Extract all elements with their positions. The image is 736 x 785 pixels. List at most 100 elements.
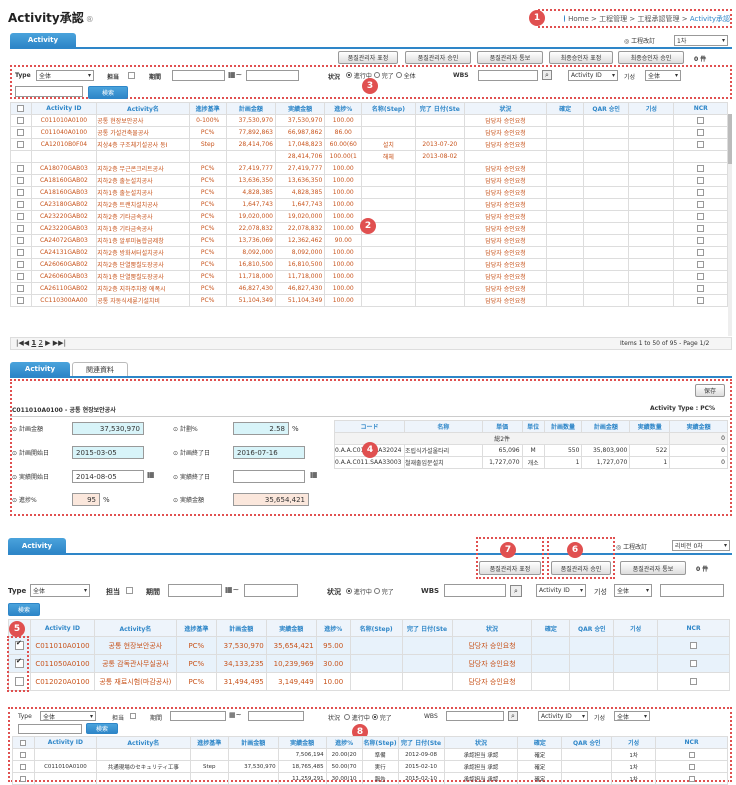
actual-start-field[interactable]: 2014-08-05 xyxy=(72,470,144,483)
period-start-input[interactable] xyxy=(168,584,222,597)
search-button[interactable]: 検索 xyxy=(8,603,40,616)
calendar-icon[interactable]: ▦~ xyxy=(225,585,239,594)
page-link[interactable]: 2 xyxy=(38,339,42,347)
status-radio-group[interactable]: 進行中 完了 xyxy=(346,587,394,596)
column-header[interactable]: 進捗基準 xyxy=(189,736,229,749)
ncr-checkbox[interactable] xyxy=(690,678,698,685)
table-row[interactable]: CA26060GAB02 지하2층 단열뿜칠도장공사 PC% 16,810,500 16… xyxy=(10,258,728,271)
extra-filter-input[interactable] xyxy=(660,584,724,597)
row-checkbox[interactable] xyxy=(17,273,25,280)
first-page-icon[interactable]: |◀◀ xyxy=(16,339,29,347)
column-header[interactable]: 単位 xyxy=(521,420,545,433)
ncr-checkbox[interactable] xyxy=(690,660,698,667)
owner-checkbox[interactable] xyxy=(126,587,133,594)
qm-review-button[interactable]: 품질관리자 표정 xyxy=(479,561,541,575)
column-header[interactable]: 計画数量 xyxy=(543,420,583,433)
column-header[interactable]: 状況 xyxy=(451,619,533,637)
sort-select[interactable]: Activity ID ▾ xyxy=(538,711,588,721)
qm-notify-button[interactable]: 품질관리자 통보 xyxy=(477,51,543,64)
ncr-checkbox[interactable] xyxy=(697,297,705,304)
column-header[interactable]: 進捗基準 xyxy=(188,102,227,115)
table-row[interactable]: CA24072GAB03 지하1층 알루미늄합금제창 PC% 13,736,069 12… xyxy=(10,234,728,247)
column-header[interactable]: 計画金額 xyxy=(227,736,279,749)
calendar-icon[interactable]: ▦ xyxy=(310,470,318,479)
activity-name[interactable]: 지하2층 방화셔터설치공사 xyxy=(96,246,190,259)
type-select[interactable]: 全体 ▾ xyxy=(30,584,90,597)
table-row[interactable]: CA24131GAB02 지하2층 방화셔터설치공사 PC% 8,092,000 8,0… xyxy=(10,246,728,259)
column-header[interactable]: 完了 日付(Ste xyxy=(401,619,453,637)
activity-id[interactable]: CA18160GAB02 xyxy=(30,174,98,187)
ncr-checkbox[interactable] xyxy=(697,225,705,232)
activity-name[interactable]: 공통 현장보안공사 xyxy=(96,114,190,127)
activity-name[interactable]: 지상4층 구조체기설공사 동I xyxy=(96,138,190,151)
owner-checkbox[interactable] xyxy=(130,713,136,719)
table-row[interactable]: C011010A0100 공통 현장보안공사 0-100% 37,530,970 37,… xyxy=(10,114,728,127)
row-checkbox[interactable] xyxy=(17,117,25,124)
activity-name[interactable]: 지하2층 출눈설치공사 xyxy=(96,174,190,187)
table-row[interactable]: 7,506,194 20.00(20 準備 2012-09-08 承認担当 承認 確定 1차 xyxy=(12,748,728,761)
ncr-checkbox[interactable] xyxy=(688,751,695,758)
select-all-checkbox[interactable] xyxy=(17,105,25,112)
ncr-checkbox[interactable] xyxy=(697,177,705,184)
activity-name[interactable]: 공통 감독관사무실공사 xyxy=(93,654,177,673)
ncr-checkbox[interactable] xyxy=(697,273,705,280)
activity-id[interactable]: CA12010B0F04 xyxy=(30,138,98,151)
activity-id[interactable]: C011010A0100 xyxy=(29,636,95,655)
search-icon[interactable]: ⌕ xyxy=(542,70,552,80)
row-checkbox[interactable] xyxy=(20,763,27,770)
period-end-input[interactable] xyxy=(246,70,299,81)
extra-filter-input[interactable] xyxy=(15,86,83,97)
activity-id[interactable]: C011050A0100 xyxy=(29,654,95,673)
row-checkbox[interactable] xyxy=(20,775,27,782)
column-header[interactable]: 名称 xyxy=(403,420,483,433)
activity-id[interactable]: CA24072GAB03 xyxy=(30,234,98,247)
column-header[interactable]: 状況 xyxy=(463,102,548,115)
column-header[interactable]: Activity ID xyxy=(29,619,95,637)
row-checkbox[interactable] xyxy=(17,249,25,256)
table-row[interactable]: CA26110GAB02 지하2층 지하주차장 에폭시 PC% 46,827,430 4… xyxy=(10,282,728,295)
activity-name[interactable]: 지하2층 기타금속공사 xyxy=(96,210,190,223)
activity-id[interactable]: CA26060GAB02 xyxy=(30,258,98,271)
row-checkbox[interactable] xyxy=(20,751,27,758)
activity-id[interactable]: C011040A0100 xyxy=(30,126,98,139)
column-header[interactable]: 確定 xyxy=(531,619,571,637)
table-row[interactable]: CA12010B0F04 지상4층 구조체기설공사 동I Step 28,414,70… xyxy=(10,138,728,151)
activity-name[interactable]: 공통 가설건축물공사 xyxy=(96,126,190,139)
owner-checkbox[interactable] xyxy=(128,72,135,79)
activity-id[interactable]: CC110300AA00 xyxy=(30,294,98,307)
ncr-checkbox[interactable] xyxy=(697,237,705,244)
qm-review-button[interactable]: 품질관리자 표정 xyxy=(338,51,398,64)
table-row[interactable]: C011040A0100 공통 가설건축물공사 PC% 77,892,863 66,98… xyxy=(10,126,728,139)
table-row[interactable]: CA18160GAB03 지하1층 출눈설치공사 PC% 4,828,385 4,828… xyxy=(10,186,728,199)
plan-start-field[interactable]: 2015-03-05 xyxy=(72,446,144,459)
row-checkbox[interactable] xyxy=(17,297,25,304)
ncr-checkbox[interactable] xyxy=(697,261,705,268)
calendar-icon[interactable]: ▦~ xyxy=(228,70,242,79)
table-row[interactable]: C011010A0100공통 현장보안공사PC%37,530,97035,654… xyxy=(8,636,730,655)
activity-id[interactable]: CA26110GAB02 xyxy=(30,282,98,295)
table-row[interactable]: 0.A.A.C011.SAA33003 철재출입문설치 1,727,070 개소 1 1,… xyxy=(334,456,728,469)
tab-activity-bottom[interactable]: Activity xyxy=(8,538,66,553)
column-header[interactable]: 進捗基準 xyxy=(175,619,217,637)
activity-id[interactable]: CA26060GAB03 xyxy=(30,270,98,283)
activity-id[interactable]: CA18160GAB03 xyxy=(30,186,98,199)
schedule-revision-select[interactable]: 1차 ▾ xyxy=(674,35,728,46)
ncr-checkbox[interactable] xyxy=(688,775,695,782)
column-header[interactable]: Activity ID xyxy=(33,736,97,749)
table-row[interactable]: C011050A0100공통 감독관사무실공사PC%34,133,23510,2… xyxy=(8,654,730,673)
row-checkbox[interactable] xyxy=(17,213,25,220)
next-page-icon[interactable]: ▶ xyxy=(45,339,50,347)
table-row[interactable]: CA26060GAB03 지하1층 단열뿜칠도장공사 PC% 11,718,000 11… xyxy=(10,270,728,283)
table-row[interactable]: C012020A0100 공통 재료시험(마감공사) PC% 31,494,495 3,… xyxy=(8,672,730,691)
base-select[interactable]: 全体 ▾ xyxy=(645,70,681,81)
period-end-input[interactable] xyxy=(248,711,304,721)
column-header[interactable]: 計画金額 xyxy=(581,420,631,433)
final-review-button[interactable]: 최종승인자 표정 xyxy=(549,51,613,64)
activity-name[interactable] xyxy=(96,150,190,163)
qm-notify-button[interactable]: 품질관리자 통보 xyxy=(620,561,686,575)
activity-name[interactable]: 지하1층 기타금속공사 xyxy=(96,222,190,235)
wbs-input[interactable] xyxy=(478,70,538,81)
table-row[interactable]: 11,259,291 30.00(10 報告 2015-02-10 承認担当 承認 確定 1… xyxy=(12,772,728,785)
table-row[interactable]: CC110300AA00 공통 자동식세륜기설치비 PC% 51,104,349 51,… xyxy=(10,294,728,307)
base-select[interactable]: 全体 ▾ xyxy=(614,711,650,721)
